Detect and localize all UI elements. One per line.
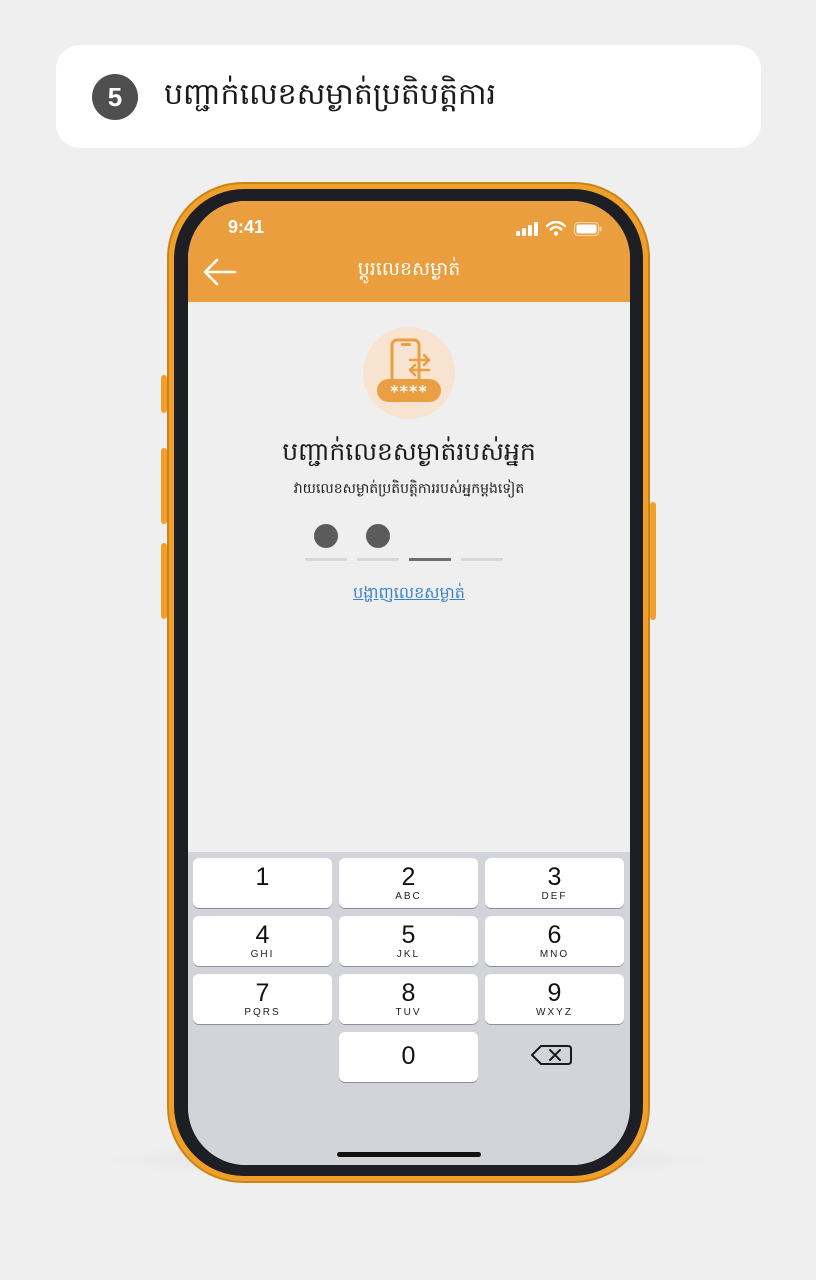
pin-dot: [314, 524, 338, 548]
pin-underline: [461, 558, 503, 561]
show-pin-link[interactable]: បង្ហាញលេខសម្ងាត់: [188, 582, 630, 606]
key-1[interactable]: 1: [193, 858, 332, 908]
phone-power-button: [650, 502, 656, 620]
step-number-badge: 5: [92, 74, 138, 120]
key-digit: 2: [401, 863, 416, 891]
key-letters: GHI: [250, 949, 275, 960]
key-letters: TUV: [395, 1007, 422, 1018]
phone-screen: 9:41 ប្តូរលេខសម្ងាត់ **** បញ្ជាក់លេខសម្ង…: [188, 201, 630, 1165]
pin-slot-4: [461, 521, 503, 563]
key-digit: 8: [401, 979, 416, 1007]
confirm-title: បញ្ជាក់លេខសម្ងាត់របស់អ្នក: [282, 437, 536, 466]
pin-slot-3: [409, 521, 451, 563]
confirm-subtitle: វាយលេខសម្ងាត់ប្រតិបត្តិការរបស់អ្នកម្តងទៀ…: [293, 481, 525, 497]
pin-slot-2: [357, 521, 399, 563]
wifi-icon: [546, 221, 566, 236]
battery-icon: [574, 221, 602, 236]
key-5[interactable]: 5 JKL: [339, 916, 478, 966]
home-indicator: [337, 1152, 481, 1157]
key-digit: 5: [401, 921, 416, 949]
status-time: 9:41: [228, 217, 265, 237]
key-letters: PQRS: [244, 1007, 281, 1018]
pin-underline: [357, 558, 399, 561]
key-digit: 1: [255, 863, 270, 891]
pin-underline-active: [409, 558, 451, 561]
key-8[interactable]: 8 TUV: [339, 974, 478, 1024]
app-header: 9:41 ប្តូរលេខសម្ងាត់: [188, 201, 630, 302]
key-letters: DEF: [541, 891, 568, 902]
key-digit: 9: [547, 979, 562, 1007]
hero-icon-circle: ****: [363, 327, 455, 419]
backspace-icon[interactable]: [524, 1040, 584, 1070]
key-letters: MNO: [539, 949, 570, 960]
phone-silent-switch: [161, 375, 167, 413]
key-letters: JKL: [396, 949, 421, 960]
key-0[interactable]: 0: [339, 1032, 478, 1082]
key-digit: 4: [255, 921, 270, 949]
phone-volume-up-button: [161, 448, 167, 524]
key-digit: 6: [547, 921, 562, 949]
key-letters: WXYZ: [536, 1007, 573, 1018]
key-3[interactable]: 3 DEF: [485, 858, 624, 908]
header-title: ប្តូរលេខសម្ងាត់: [357, 258, 461, 280]
pin-mask-text: ****: [390, 382, 427, 401]
status-icons: [516, 221, 602, 236]
signal-icon: [516, 221, 538, 236]
key-digit: 3: [547, 863, 562, 891]
key-9[interactable]: 9 WXYZ: [485, 974, 624, 1024]
step-title: បញ្ជាក់លេខសម្ងាត់ប្រតិបត្តិការ: [164, 77, 497, 112]
pin-underline: [305, 558, 347, 561]
key-7[interactable]: 7 PQRS: [193, 974, 332, 1024]
pin-dot: [366, 524, 390, 548]
key-6[interactable]: 6 MNO: [485, 916, 624, 966]
key-digit: 7: [255, 979, 270, 1007]
key-2[interactable]: 2 ABC: [339, 858, 478, 908]
key-4[interactable]: 4 GHI: [193, 916, 332, 966]
key-letters: ABC: [395, 891, 422, 902]
key-digit: 0: [401, 1042, 416, 1070]
phone-pin-icon: ****: [377, 338, 441, 402]
pin-slot-1: [305, 521, 347, 563]
phone-volume-down-button: [161, 543, 167, 619]
